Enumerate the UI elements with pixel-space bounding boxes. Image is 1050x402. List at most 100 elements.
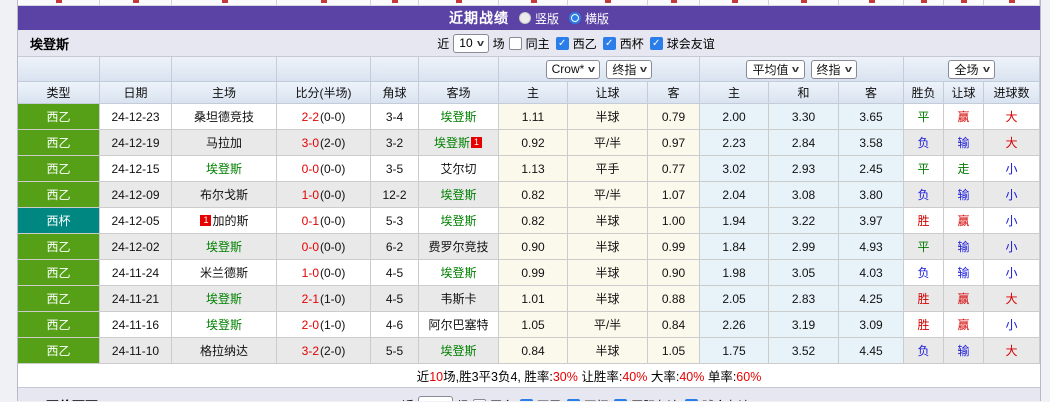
radio-checked-icon[interactable] (569, 12, 581, 24)
team-name-text: 格拉纳达 (199, 344, 248, 358)
fulltime-score: 2-1 (301, 291, 319, 306)
result-handicap: 赢 (944, 104, 984, 130)
summary-stat-value: 40% (679, 370, 705, 384)
result-goals: 小 (984, 156, 1040, 182)
next-filter-checkbox-label: 国际友谊 (631, 397, 679, 401)
score: 0-0 (0-0) (277, 156, 371, 182)
score: 1-0 (0-0) (277, 182, 371, 208)
team-name-text: 桑坦德竞技 (193, 110, 254, 124)
next-filter-controls: 近10v场同主✓西甲✓西杯✓国际友谊✓球会友谊 (402, 396, 752, 401)
halftime-score: (1-0) (320, 317, 346, 332)
bookmaker-home-odds: 0.84 (499, 338, 568, 364)
layout-radio-horizontal[interactable]: 横版 (569, 10, 609, 27)
bookmaker-header-group: Crow* v 终指 v (499, 57, 700, 82)
next-filter-checkbox-球会友谊[interactable]: ✓ (685, 399, 699, 401)
red-card-badge: 1 (200, 215, 212, 226)
next-filter-checkbox-国际友谊[interactable]: ✓ (614, 399, 628, 401)
team-name-text: 埃登斯 (440, 266, 477, 280)
filter-checkbox-球会友谊[interactable]: ✓ (649, 36, 663, 50)
fulltime-score: 3-2 (301, 343, 319, 358)
result-outcome: 平 (904, 156, 944, 182)
team-name-text: 埃登斯 (440, 214, 477, 228)
corners: 3-4 (371, 104, 419, 130)
red-card-badge: 1 (471, 137, 482, 148)
average-select-value: 平均值 (752, 62, 789, 77)
filter-checkbox-同主[interactable] (508, 36, 522, 50)
chevron-down-icon: v (441, 401, 448, 402)
next-filter-checkbox-同主[interactable] (473, 399, 487, 401)
halftime-score: (0-0) (320, 187, 346, 202)
bookmaker-time-select[interactable]: 终指 v (606, 59, 653, 79)
bookmaker-home-odds: 0.82 (499, 182, 568, 208)
match-type-badge: 西杯 (18, 208, 100, 234)
bookmaker-away-odds: 0.79 (648, 104, 700, 130)
column-header-比分(半场): 比分(半场) (277, 82, 371, 104)
home-team: 马拉加 (172, 130, 277, 156)
match-type-badge: 西乙 (18, 156, 100, 182)
next-filter-checkbox-西甲[interactable]: ✓ (520, 399, 534, 401)
next-filter-checkbox-西杯[interactable]: ✓ (567, 399, 581, 401)
score: 3-2 (2-0) (277, 338, 371, 364)
average-time-select[interactable]: 终指 v (810, 59, 857, 79)
result-handicap: 赢 (944, 286, 984, 312)
column-header-类型: 类型 (18, 82, 100, 104)
away-team: 艾尔切 (419, 156, 499, 182)
column-header-进球数: 进球数 (984, 82, 1040, 104)
average-draw-odds: 2.83 (769, 286, 839, 312)
average-home-odds: 2.04 (700, 182, 769, 208)
cell-border-artifact (903, 0, 904, 5)
average-select[interactable]: 平均值 v (746, 59, 805, 79)
column-header-主: 主 (700, 82, 769, 104)
header-spacer (277, 57, 371, 82)
layout-radio-vertical[interactable]: 竖版 (518, 10, 559, 27)
recent-count-prefix: 近 (437, 36, 450, 51)
next-filter-match-count-select[interactable]: 10 v (417, 396, 454, 402)
match-type-badge: 西乙 (18, 312, 100, 338)
result-handicap: 输 (944, 130, 984, 156)
away-team: 埃登斯 (419, 104, 499, 130)
bookmaker-handicap: 半球 (568, 286, 648, 312)
corners: 4-5 (371, 260, 419, 286)
match-date: 24-12-15 (100, 156, 172, 182)
halftime-score: (0-0) (320, 109, 346, 124)
bookmaker-home-odds: 0.92 (499, 130, 568, 156)
average-draw-odds: 3.52 (769, 338, 839, 364)
chevron-down-icon: v (640, 64, 648, 74)
scope-select[interactable]: 全场 v (948, 59, 995, 79)
average-away-odds: 3.80 (839, 182, 904, 208)
team-name-text: 加的斯 (212, 214, 249, 228)
bookmaker-handicap: 半球 (568, 208, 648, 234)
header-spacer (371, 57, 419, 82)
home-team: 桑坦德竞技 (172, 104, 277, 130)
team-name-text: 韦斯卡 (440, 292, 477, 306)
recent-results-page: 近期战绩 竖版 横版 埃登斯 近 10 v 场同主 ✓ 西乙 ✓ 西杯 ✓ 球会友谊 Crow* v (0, 0, 1050, 402)
result-handicap: 输 (944, 182, 984, 208)
filter-checkbox-西杯[interactable]: ✓ (602, 36, 616, 50)
bookmaker-away-odds: 1.00 (648, 208, 700, 234)
cell-border-artifact (498, 0, 499, 5)
away-team: 埃登斯 (419, 182, 499, 208)
bookmaker-select[interactable]: Crow* v (545, 59, 601, 79)
team-name-text: 埃登斯 (440, 188, 477, 202)
bookmaker-away-odds: 1.05 (648, 338, 700, 364)
team-filter-row: 埃登斯 近 10 v 场同主 ✓ 西乙 ✓ 西杯 ✓ 球会友谊 (18, 30, 1040, 57)
filter-match-count-select[interactable]: 10 v (453, 33, 489, 53)
radio-horizontal-label: 横版 (585, 11, 610, 26)
radio-unchecked-icon[interactable] (518, 12, 531, 24)
match-date: 24-12-02 (100, 234, 172, 260)
match-date: 24-12-19 (100, 130, 172, 156)
next-filter-checkbox-label: 同主 (490, 397, 514, 401)
result-goals: 大 (984, 104, 1040, 130)
bookmaker-select-value: Crow* (551, 62, 585, 76)
match-type-badge: 西乙 (18, 130, 100, 156)
filter-checkbox-西乙[interactable]: ✓ (555, 36, 569, 50)
halftime-score: (1-0) (320, 291, 346, 306)
average-away-odds: 4.03 (839, 260, 904, 286)
match-row: 西乙 24-11-16 埃登斯 2-0 (1-0) 4-6 阿尔巴塞特 1.05 平/半 0.84… (18, 312, 1040, 338)
home-team: 埃登斯 (172, 234, 277, 260)
match-date: 24-12-05 (100, 208, 172, 234)
next-team-name: 瓦伦西亚 (46, 396, 98, 401)
scope-select-value: 全场 (954, 62, 979, 77)
summary-row: 近10场,胜3平3负4, 胜率:30% 让胜率:40% 大率:40% 单率:60… (18, 364, 1040, 388)
red-text-artifact (530, 0, 537, 3)
